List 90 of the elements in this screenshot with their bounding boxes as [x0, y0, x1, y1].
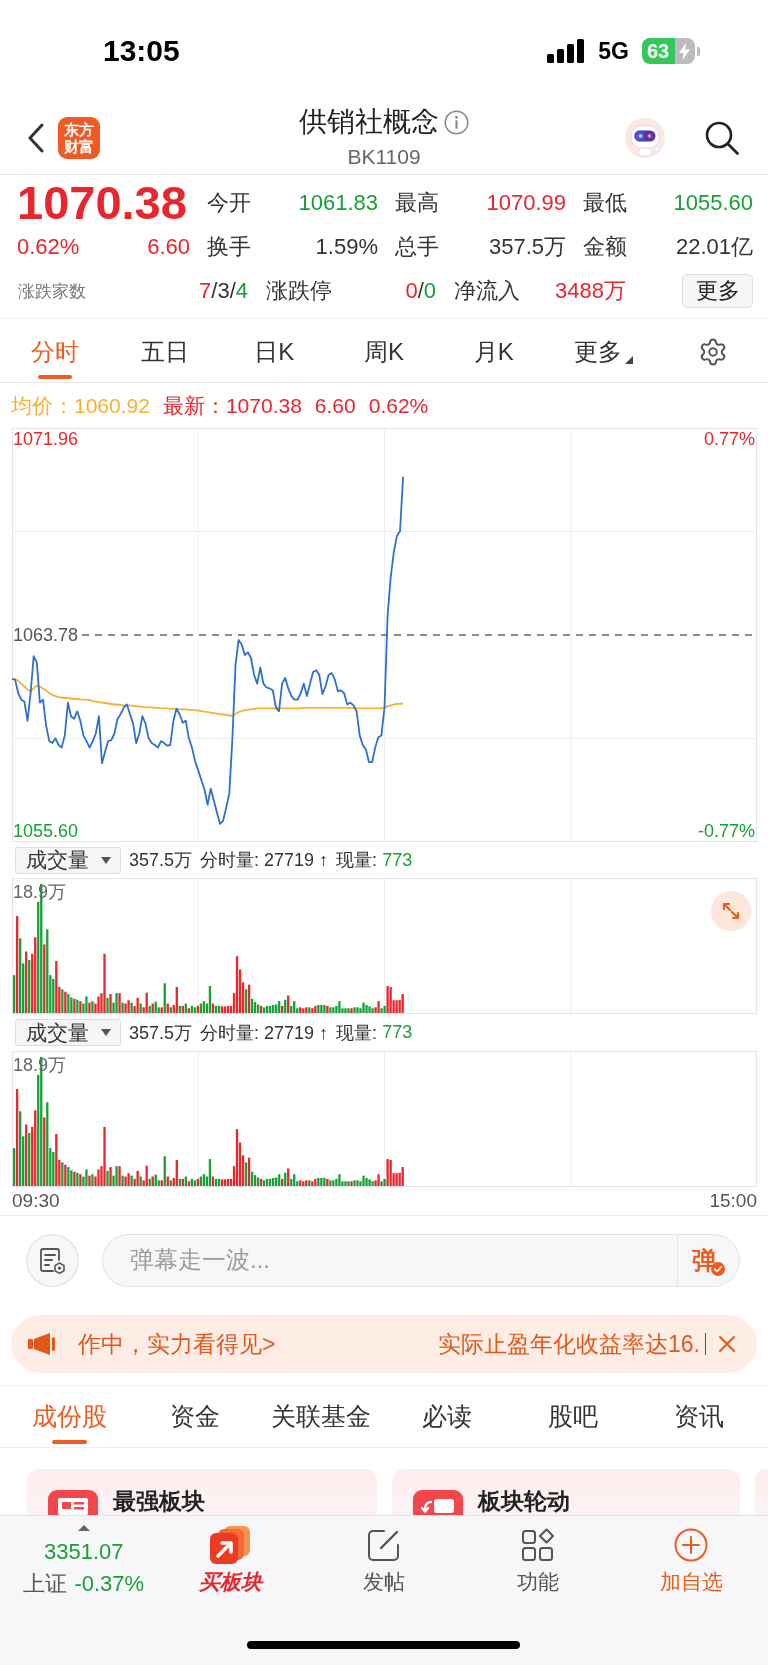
- indicator-selector[interactable]: 成交量: [15, 846, 121, 874]
- charging-bolt-icon: [679, 42, 690, 60]
- info-icon[interactable]: [444, 109, 469, 135]
- network-label: 5G: [598, 37, 629, 65]
- caret-up-icon[interactable]: [77, 1525, 90, 1531]
- section-tab[interactable]: 资金: [132, 1386, 258, 1447]
- legend-text: 均价：1060.92: [11, 392, 150, 419]
- megaphone-icon: [28, 1332, 56, 1356]
- change-percent: 0.62%: [17, 234, 80, 260]
- more-button[interactable]: 更多: [682, 274, 753, 308]
- caret-icon: [101, 1029, 111, 1036]
- legend-text: 最新：1070.38: [162, 392, 302, 419]
- chart-tab[interactable]: 月K: [438, 322, 549, 382]
- page-title: 供销社概念: [299, 107, 439, 137]
- stat-label: 净流入: [454, 278, 520, 304]
- document-gear-icon[interactable]: [26, 1233, 79, 1287]
- arrow-tiles-icon: [208, 1525, 253, 1565]
- banner-text: 实际止盈年化收益率达16.: [438, 1329, 700, 1359]
- card-title: 板块轮动: [478, 1488, 570, 1514]
- section-tab[interactable]: 必读: [384, 1386, 510, 1447]
- limit-counts: 0/0: [405, 278, 436, 304]
- status-time: 13:05: [103, 34, 180, 68]
- feature-card[interactable]: 板块轮动: [392, 1469, 740, 1515]
- current-volume-value: 773: [382, 849, 413, 871]
- feature-card[interactable]: 最强板块: [27, 1469, 377, 1515]
- breadth-counts: 7/3/4: [199, 278, 248, 304]
- percent-label: 0.77%: [703, 429, 755, 449]
- section-tab[interactable]: 资讯: [636, 1386, 762, 1447]
- robot-icon[interactable]: [624, 117, 666, 159]
- current-volume-label: 现量:: [336, 1021, 378, 1045]
- battery-percent: 63: [647, 39, 670, 63]
- stat-label: 总手: [395, 234, 439, 260]
- stat-value: 22.01亿: [675, 234, 753, 260]
- stat-label: 最低: [583, 190, 627, 216]
- indicator-selector[interactable]: 成交量: [15, 1019, 121, 1046]
- edit-icon: [367, 1528, 401, 1562]
- volume-total: 357.5万: [129, 1021, 193, 1045]
- stat-label: 涨跌停: [266, 278, 332, 304]
- section-tab[interactable]: 关联基金: [258, 1386, 384, 1447]
- minute-volume: 分时量: 27719 ↑: [200, 849, 329, 872]
- stat-label: 最高: [395, 190, 439, 216]
- stat-value: 1055.60: [673, 190, 753, 216]
- close-icon[interactable]: [718, 1335, 736, 1353]
- volume-total: 357.5万: [129, 849, 193, 872]
- chart-tab[interactable]: 周K: [329, 322, 439, 382]
- current-volume-value: 773: [382, 1022, 413, 1043]
- index-name: 上证: [23, 1572, 68, 1596]
- board-code: BK1109: [347, 145, 421, 169]
- legend-text: 0.62%: [368, 393, 429, 418]
- stat-value: 357.5万: [488, 234, 566, 260]
- current-volume-label: 现量:: [336, 849, 378, 872]
- chart-tab[interactable]: 更多: [548, 322, 659, 382]
- chart-tab[interactable]: 五日: [109, 322, 220, 382]
- axis-label: 1063.78: [13, 625, 79, 645]
- stat-value: 1.59%: [315, 234, 378, 260]
- stat-label: 涨跌家数: [18, 280, 86, 303]
- stat-value: 3488万: [555, 278, 626, 304]
- percent-label: -0.77%: [697, 821, 755, 841]
- nav-button[interactable]: 买板块: [153, 1525, 308, 1593]
- caret-icon: [101, 856, 111, 864]
- nav-button[interactable]: 发帖: [307, 1525, 461, 1593]
- axis-label: 1055.60: [13, 821, 79, 841]
- comment-field[interactable]: 弹幕走一波...: [102, 1233, 677, 1287]
- back-icon[interactable]: [27, 123, 45, 153]
- legend-text: 6.60: [314, 393, 356, 418]
- signal-icon: [547, 39, 586, 63]
- stat-label: 今开: [207, 190, 251, 216]
- minute-volume: 分时量: 27719 ↑: [200, 1021, 329, 1045]
- last-price: 1070.38: [17, 181, 188, 225]
- banner-text: 作中，实力看得见>: [78, 1329, 276, 1359]
- change-amount: 6.60: [147, 234, 190, 260]
- index-change: -0.37%: [74, 1572, 145, 1596]
- plus-circle-icon: [674, 1528, 709, 1562]
- section-tab[interactable]: 股吧: [510, 1386, 636, 1447]
- corner-caret-icon: [624, 356, 633, 364]
- card-title: 最强板块: [113, 1488, 205, 1514]
- index-value: 3351.07: [44, 1540, 124, 1564]
- stat-value: 1061.83: [298, 190, 378, 216]
- time-label: 15:00: [709, 1190, 757, 1212]
- chart-tab[interactable]: 日K: [219, 322, 330, 382]
- time-label: 09:30: [12, 1190, 60, 1212]
- search-icon[interactable]: [704, 120, 740, 156]
- stat-label: 换手: [207, 234, 251, 260]
- stat-label: 金额: [583, 234, 627, 260]
- axis-label: 1071.96: [13, 429, 79, 449]
- grid-icon: [520, 1528, 555, 1562]
- nav-button[interactable]: 功能: [460, 1525, 615, 1593]
- stat-value: 1070.99: [486, 190, 566, 216]
- expand-icon[interactable]: [711, 891, 751, 931]
- app-logo: 东方财富: [58, 117, 100, 159]
